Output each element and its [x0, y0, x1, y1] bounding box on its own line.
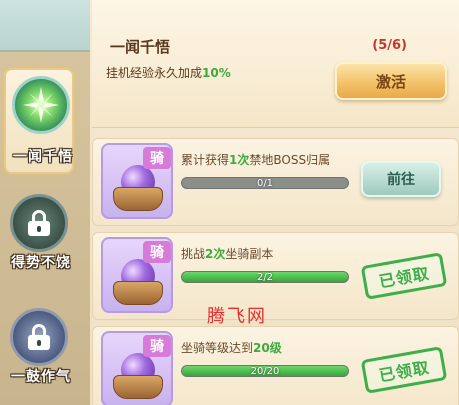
skill-label: 一闻千悟 — [13, 149, 73, 165]
lock-icon — [28, 210, 50, 236]
locked-skill-icon — [10, 194, 68, 252]
mount-item-icon: 骑 — [101, 331, 173, 405]
skill-item-deshiburao[interactable]: 得势不饶 — [4, 188, 74, 288]
skill-item-yiwenqianwu[interactable]: 一闻千悟 — [4, 68, 74, 174]
skill-bonus-value: 10% — [202, 66, 231, 80]
task-progress-text: 20/20 — [250, 365, 280, 377]
task-row: 骑 挑战2次坐骑副本 2/2 已领取 — [92, 232, 459, 320]
goto-button[interactable]: 前往 — [361, 161, 441, 197]
task-desc-highlight: 2次 — [205, 247, 226, 261]
mount-item-icon: 骑 — [101, 237, 173, 313]
task-description: 累计获得1次禁地BOSS归属 — [181, 151, 330, 168]
ride-badge: 骑 — [143, 335, 171, 357]
task-row: 骑 累计获得1次禁地BOSS归属 0/1 前往 — [92, 138, 459, 226]
ride-badge: 骑 — [143, 241, 171, 263]
task-desc-prefix: 坐骑等级达到 — [181, 341, 254, 355]
mount-item-icon: 骑 — [101, 143, 173, 219]
task-desc-suffix: 坐骑副本 — [225, 247, 274, 261]
skill-sidebar: 一闻千悟 得势不饶 一鼓作气 — [0, 0, 90, 405]
claimed-stamp: 已领取 — [360, 252, 448, 300]
task-progress-bar: 20/20 — [181, 365, 349, 377]
skill-label: 一鼓作气 — [11, 369, 71, 385]
skill-label: 得势不饶 — [11, 255, 71, 271]
ride-badge: 骑 — [143, 147, 171, 169]
locked-skill-icon — [10, 308, 68, 366]
task-description: 挑战2次坐骑副本 — [181, 245, 273, 262]
lock-icon — [28, 324, 50, 350]
activate-button[interactable]: 激活 — [335, 62, 447, 100]
task-description: 坐骑等级达到20级 — [181, 339, 282, 356]
watermark: 腾飞网 — [207, 306, 267, 327]
task-row: 骑 坐骑等级达到20级 20/20 已领取 — [92, 326, 459, 405]
skill-item-yiguzuoqi[interactable]: 一鼓作气 — [4, 302, 74, 402]
task-desc-highlight: 20级 — [253, 341, 282, 355]
task-progress-bar: 0/1 — [181, 177, 349, 189]
task-desc-prefix: 累计获得 — [181, 153, 230, 167]
task-progress-bar: 2/2 — [181, 271, 349, 283]
sidebar-top-strip — [0, 0, 90, 52]
skill-description-text: 挂机经验永久加成 — [106, 66, 203, 80]
task-progress-text: 0/1 — [256, 177, 274, 189]
task-desc-highlight: 1次 — [229, 153, 250, 167]
skill-description: 挂机经验永久加成10% — [106, 64, 231, 81]
task-progress-text: 2/2 — [256, 271, 274, 283]
skill-title: 一闻千悟 — [110, 38, 171, 56]
claimed-stamp: 已领取 — [360, 346, 448, 394]
skill-progress: (5/6) — [372, 38, 407, 53]
skill-detail-header: 一闻千悟 (5/6) 挂机经验永久加成10% 激活 — [92, 0, 459, 128]
green-star-burst-icon — [12, 76, 70, 134]
task-desc-prefix: 挑战 — [181, 247, 206, 261]
task-desc-suffix: 禁地BOSS归属 — [249, 153, 331, 167]
